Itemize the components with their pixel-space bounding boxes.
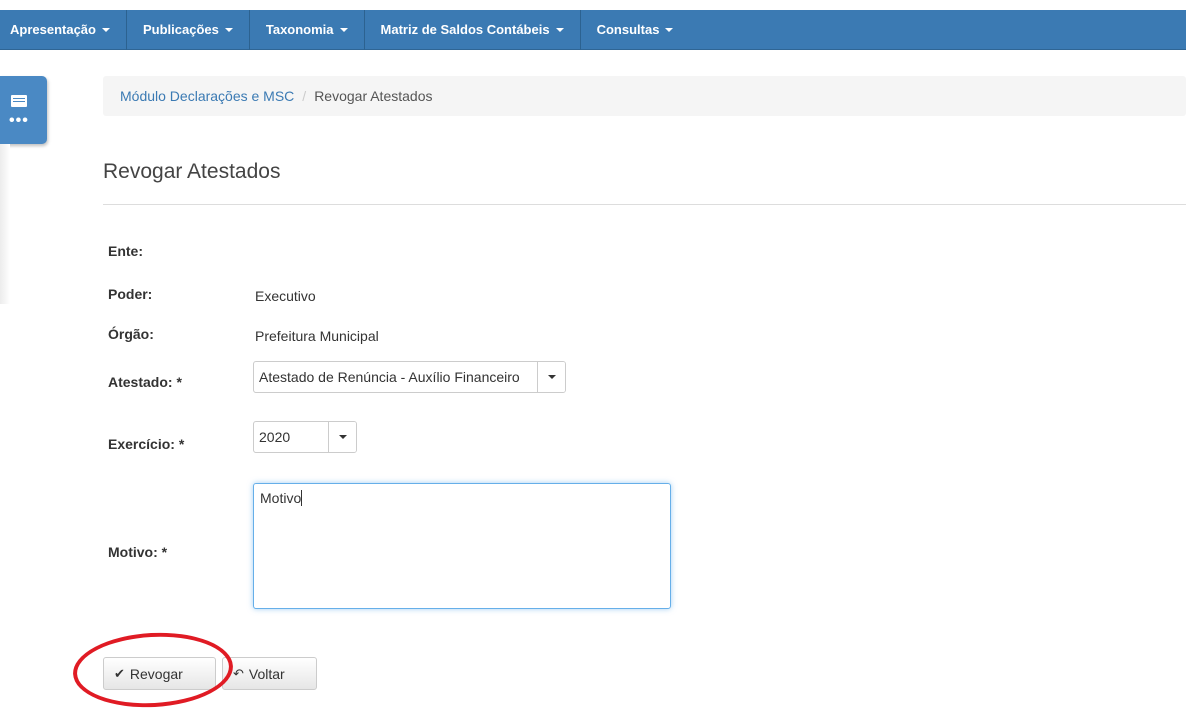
caret-down-icon	[555, 27, 564, 32]
side-panel-edge	[0, 144, 10, 304]
caret-down-icon	[101, 27, 110, 32]
caret-down-icon	[665, 27, 674, 32]
atestado-select[interactable]: Atestado de Renúncia - Auxílio Financeir…	[253, 361, 566, 393]
atestado-selected-value: Atestado de Renúncia - Auxílio Financeir…	[259, 369, 520, 385]
caret-down-icon	[224, 27, 233, 32]
nav-item-consultas[interactable]: Consultas	[581, 10, 690, 50]
voltar-button-label: Voltar	[248, 665, 285, 682]
motivo-label: Motivo: *	[108, 544, 168, 560]
exercicio-label: Exercício: *	[108, 436, 185, 452]
atestado-label: Atestado: *	[108, 374, 182, 390]
breadcrumb: Módulo Declarações e MSC / Revogar Atest…	[103, 76, 1186, 116]
breadcrumb-link-modulo[interactable]: Módulo Declarações e MSC	[120, 88, 294, 104]
text-cursor	[301, 490, 303, 506]
check-icon: ✔	[114, 665, 125, 681]
exercicio-select[interactable]: 2020	[253, 421, 357, 453]
nav-item-label: Taxonomia	[265, 22, 334, 37]
nav-item-label: Consultas	[596, 22, 660, 37]
motivo-text: Motivo	[260, 490, 302, 506]
revogar-button-label: Revogar	[129, 665, 183, 682]
reply-arrow-icon: ↶	[233, 665, 244, 681]
caret-down-icon	[339, 27, 348, 32]
breadcrumb-current: Revogar Atestados	[314, 88, 433, 104]
nav-item-taxonomia[interactable]: Taxonomia	[250, 9, 365, 50]
poder-label: Poder:	[108, 286, 153, 302]
voltar-button[interactable]: ↶ Voltar	[222, 657, 317, 690]
orgao-value: Prefeitura Municipal	[255, 328, 379, 344]
nav-item-label: Publicações	[142, 22, 219, 37]
breadcrumb-separator: /	[302, 88, 307, 104]
top-navbar: Apresentação Publicações Taxonomia Matri…	[0, 9, 1186, 50]
poder-value: Executivo	[255, 288, 316, 304]
list-icon	[11, 95, 27, 107]
revogar-button[interactable]: ✔ Revogar	[103, 657, 216, 690]
nav-item-label: Apresentação	[10, 22, 96, 37]
nav-item-publicacoes[interactable]: Publicações	[127, 9, 250, 50]
nav-item-label: Matriz de Saldos Contábeis	[380, 22, 550, 37]
page-title: Revogar Atestados	[103, 160, 281, 183]
chevron-down-icon[interactable]	[328, 422, 356, 452]
title-divider	[103, 204, 1186, 205]
more-dots-icon: •••	[9, 112, 29, 129]
motivo-textarea[interactable]: Motivo	[253, 483, 671, 609]
ente-label: Ente:	[108, 243, 143, 259]
orgao-label: Órgão:	[108, 326, 154, 342]
side-menu-toggle[interactable]: •••	[0, 76, 47, 144]
nav-item-apresentacao[interactable]: Apresentação	[0, 9, 127, 50]
exercicio-selected-value: 2020	[259, 429, 291, 445]
nav-item-matriz-saldos[interactable]: Matriz de Saldos Contábeis	[365, 9, 581, 50]
chevron-down-icon[interactable]	[537, 362, 565, 392]
